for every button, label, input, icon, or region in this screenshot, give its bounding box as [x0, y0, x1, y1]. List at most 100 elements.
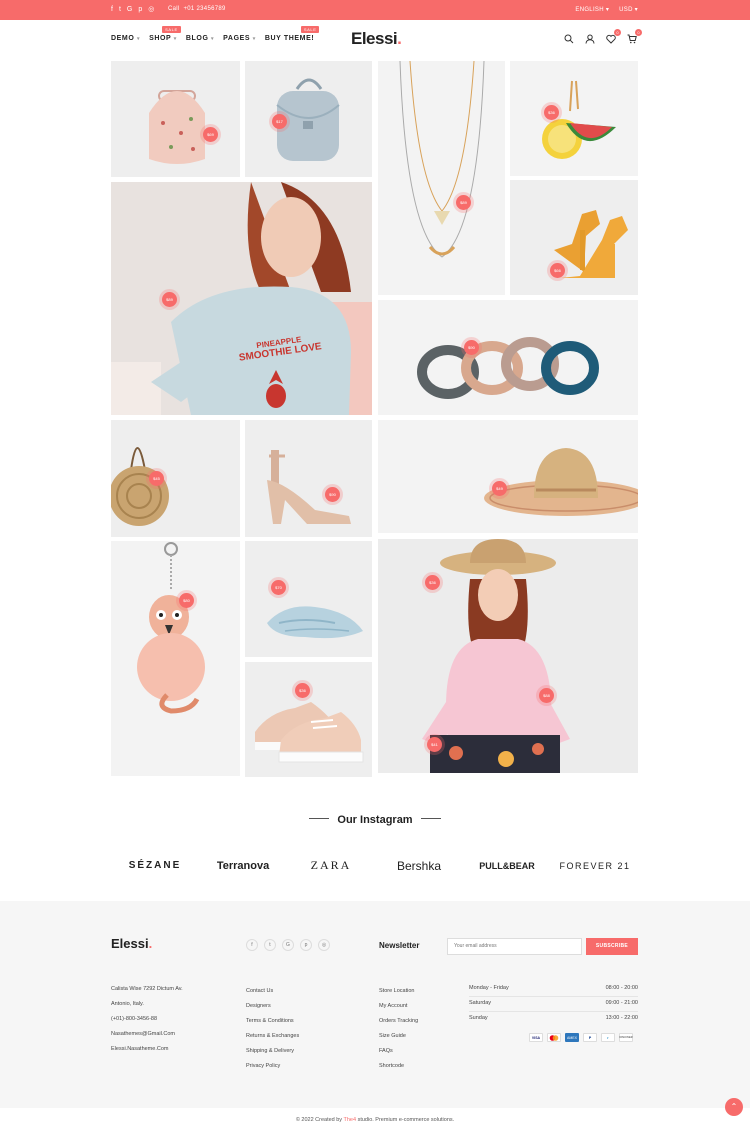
discover-icon: DISCOVER [619, 1033, 633, 1042]
product-tile-pompom-keychain[interactable]: $80 [111, 541, 240, 776]
footer-link[interactable]: Store Location [379, 984, 418, 999]
price-badge[interactable]: $36 [295, 683, 310, 698]
main-header: DEMO ▾ SALE SHOP ▾ BLOG ▾ PAGES ▾ SALE BUY… [0, 20, 750, 60]
price-badge[interactable]: $90 [325, 487, 340, 502]
user-icon[interactable] [584, 33, 596, 45]
newsletter-email-input[interactable]: Your email address [447, 938, 582, 955]
brand-logo-forever21[interactable]: FOREVER 21 [551, 861, 639, 871]
brand-logo-zara[interactable]: ZARA [287, 858, 375, 873]
call-info: Call +01 23456789 [168, 6, 226, 12]
brand-logo-pullbear[interactable]: PULL&BEAR [463, 861, 551, 871]
footer-link[interactable]: Contact Us [246, 984, 299, 999]
site-logo[interactable]: Elessi. [351, 29, 402, 49]
main-nav: DEMO ▾ SALE SHOP ▾ BLOG ▾ PAGES ▾ SALE BUY… [111, 26, 320, 42]
product-tile-sneakers[interactable]: $36 [245, 662, 372, 777]
google-plus-icon[interactable]: G [127, 5, 132, 15]
product-tile-pink-sweater[interactable]: $36 $88 $41 [378, 539, 638, 773]
sale-badge: SALE [162, 26, 181, 33]
price-badge[interactable]: $41 [427, 737, 442, 752]
chevron-up-icon: ⌃ [730, 1102, 738, 1111]
product-tile-straw-hat[interactable]: $49 [378, 420, 638, 533]
cart-icon[interactable]: 0 [626, 29, 642, 45]
copyright: © 2022 Created by The4 studio. Premium e… [295, 1117, 455, 1123]
hours-row: Monday - Friday 08:00 - 20:00 [469, 982, 638, 997]
footer-links-account: Store Location My Account Orders Trackin… [379, 984, 418, 1074]
price-badge[interactable]: $66 [550, 263, 565, 278]
footer-link[interactable]: Privacy Policy [246, 1059, 299, 1074]
footer-link[interactable]: FAQs [379, 1044, 418, 1059]
keychain-image [137, 542, 205, 714]
nav-item-blog[interactable]: BLOG ▾ [186, 35, 214, 42]
email-link[interactable]: Nasathemes@Gmail.Com [111, 1027, 183, 1042]
brand-logo-bershka[interactable]: Bershka [375, 859, 463, 873]
footer-logo[interactable]: Elessi. [111, 936, 152, 951]
paypal-icon: P [583, 1033, 597, 1042]
footer-link[interactable]: Orders Tracking [379, 1014, 418, 1029]
price-badge[interactable]: $89 [456, 195, 471, 210]
price-badge[interactable]: $36 [425, 575, 440, 590]
instagram-icon[interactable]: ◎ [318, 939, 330, 951]
price-badge[interactable]: $80 [179, 593, 194, 608]
nav-item-pages[interactable]: PAGES ▾ [223, 35, 256, 42]
price-badge[interactable]: $70 [271, 580, 286, 595]
product-tile-bandana[interactable]: $70 [245, 541, 372, 657]
language-select[interactable]: ENGLISH ▾ [575, 6, 609, 13]
bandana-image [267, 606, 363, 639]
price-badge[interactable]: $88 [539, 688, 554, 703]
studio-link[interactable]: The4 [344, 1117, 357, 1123]
currency-select[interactable]: USD ▾ [619, 6, 638, 13]
nav-item-demo[interactable]: DEMO ▾ [111, 35, 140, 42]
sneakers-image [255, 702, 364, 763]
nav-item-buy-theme[interactable]: SALE BUY THEME! [265, 26, 320, 42]
newsletter-title: Newsletter [379, 941, 420, 950]
product-tile-fruit-purse[interactable]: $36 [510, 61, 638, 176]
facebook-icon[interactable]: f [246, 939, 258, 951]
product-tile-necklace[interactable]: $89 [378, 61, 505, 295]
footer-link[interactable]: Designers [246, 999, 299, 1014]
model-image [111, 182, 372, 415]
price-badge[interactable]: $90 [464, 340, 479, 355]
price-badge[interactable]: $89 [162, 292, 177, 307]
brand-logos: SÉZANE Terranova ZARA Bershka PULL&BEAR … [111, 858, 639, 873]
footer-link[interactable]: Terms & Conditions [246, 1014, 299, 1029]
price-badge[interactable]: $17 [272, 114, 287, 129]
price-badge[interactable]: $45 [149, 471, 164, 486]
website-link[interactable]: Elessi.Nasatheme.Com [111, 1042, 183, 1057]
footer-link[interactable]: Shortcode [379, 1059, 418, 1074]
facebook-icon[interactable]: f [111, 5, 113, 15]
phone-number: +01 23456789 [183, 6, 226, 12]
google-plus-icon[interactable]: G [282, 939, 294, 951]
footer-link[interactable]: My Account [379, 999, 418, 1014]
divider [309, 818, 330, 820]
footer-link[interactable]: Returns & Exchanges [246, 1029, 299, 1044]
wishlist-icon[interactable]: 0 [605, 29, 621, 45]
price-badge[interactable]: $69 [203, 127, 218, 142]
twitter-icon[interactable]: t [119, 5, 121, 15]
hat-image [484, 448, 638, 516]
brand-logo-terranova[interactable]: Terranova [199, 860, 287, 872]
product-tile-hair-ties[interactable]: $90 [378, 300, 638, 415]
product-tile-backpack-pink[interactable]: $69 [111, 61, 240, 177]
instagram-icon[interactable]: ◎ [148, 5, 154, 15]
pinterest-icon[interactable]: p [300, 939, 312, 951]
product-tile-yellow-sandals[interactable]: $66 [510, 180, 638, 295]
subscribe-button[interactable]: SUBSCRIBE [586, 938, 638, 955]
search-icon[interactable] [563, 33, 575, 45]
header-icons: 0 0 [563, 29, 642, 45]
product-tile-pineapple-tshirt[interactable]: PINEAPPLE SMOOTHIE LOVE $89 [111, 182, 372, 415]
price-badge[interactable]: $49 [492, 481, 507, 496]
product-tile-straw-bag[interactable]: $45 [111, 420, 240, 537]
footer-link[interactable]: Size Guide [379, 1029, 418, 1044]
footer-link[interactable]: Shipping & Delivery [246, 1044, 299, 1059]
pinterest-icon[interactable]: p [138, 5, 142, 15]
twitter-icon[interactable]: t [264, 939, 276, 951]
price-badge[interactable]: $36 [544, 105, 559, 120]
back-to-top-button[interactable]: ⌃ [725, 1098, 743, 1116]
phone-number[interactable]: (+01)-800-3456-88 [111, 1012, 183, 1027]
product-tile-backpack-blue[interactable]: $17 [245, 61, 372, 177]
payment-icons: VISA AMEX P ◐ DISCOVER [529, 1033, 633, 1042]
wishlist-count: 0 [614, 29, 621, 36]
product-tile-heeled-sandal[interactable]: $90 [245, 420, 372, 537]
nav-item-shop[interactable]: SALE SHOP ▾ [149, 26, 181, 42]
brand-logo-sezane[interactable]: SÉZANE [111, 860, 199, 871]
